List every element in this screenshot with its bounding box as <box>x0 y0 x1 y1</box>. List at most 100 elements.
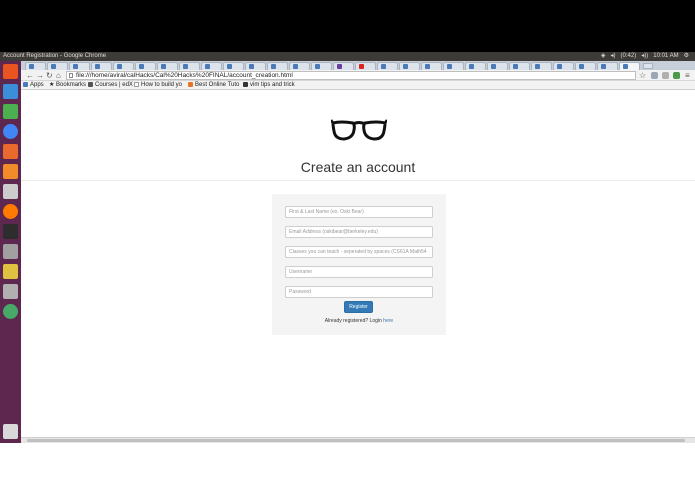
browser-tab[interactable] <box>421 62 442 70</box>
tab-favicon-icon <box>381 64 386 69</box>
bookmark-apps[interactable]: Apps <box>23 81 44 90</box>
extension-icon[interactable] <box>651 72 658 79</box>
tab-favicon-icon <box>117 64 122 69</box>
power-icon[interactable]: ⚙ <box>684 52 689 61</box>
sound-icon[interactable]: ◂) <box>611 52 616 61</box>
trash-icon[interactable] <box>3 424 18 439</box>
bookmark-bookmarks[interactable]: ★ Bookmarks <box>49 81 86 90</box>
chrome-icon[interactable] <box>3 124 18 139</box>
browser-tab[interactable] <box>377 62 398 70</box>
tab-favicon-icon <box>249 64 254 69</box>
tab-favicon-icon <box>425 64 430 69</box>
bookmark-tutorials[interactable]: Best Online Tuto <box>188 81 240 90</box>
browser-tab[interactable] <box>531 62 552 70</box>
register-button[interactable]: Register <box>344 301 373 313</box>
browser-tab[interactable] <box>443 62 464 70</box>
browser-tab[interactable] <box>597 62 618 70</box>
browser-tab[interactable] <box>69 62 90 70</box>
bookmark-star-icon[interactable]: ☆ <box>639 70 646 81</box>
vim-icon <box>243 82 248 87</box>
tab-favicon-icon <box>469 64 474 69</box>
browser-tab[interactable] <box>91 62 112 70</box>
tab-favicon-icon <box>293 64 298 69</box>
browser-tab[interactable] <box>47 62 68 70</box>
extension-icon[interactable] <box>662 72 669 79</box>
browser-tab[interactable] <box>333 62 354 70</box>
browser-tab[interactable] <box>223 62 244 70</box>
document-icon[interactable] <box>3 144 18 159</box>
tab-favicon-icon <box>623 64 628 69</box>
browser-tab[interactable] <box>399 62 420 70</box>
name-field[interactable]: First & Last Name (ex. Oski Bear) <box>285 206 433 218</box>
screen: Account Registration - Google Chrome ◈ ◂… <box>0 0 695 494</box>
tab-favicon-icon <box>205 64 210 69</box>
back-icon[interactable]: ← <box>26 70 34 81</box>
active-tab[interactable] <box>619 62 640 70</box>
password-field[interactable]: Password <box>285 286 433 298</box>
launcher <box>0 61 21 443</box>
volume-icon[interactable]: ◂)) <box>641 52 648 61</box>
email-field[interactable]: Email Address (oskibear@berkeley.edu) <box>285 226 433 238</box>
glasses-icon <box>331 119 387 141</box>
workspace-icon[interactable] <box>3 304 18 319</box>
scrollbar-thumb[interactable] <box>27 439 685 442</box>
browser-tab[interactable] <box>245 62 266 70</box>
browser-tab[interactable] <box>289 62 310 70</box>
tab-favicon-icon <box>337 64 342 69</box>
browser-tab[interactable] <box>267 62 288 70</box>
page-icon <box>69 73 73 78</box>
address-bar[interactable]: file:///home/aviral/calHacks/Cal%20Hacks… <box>66 71 636 80</box>
spreadsheet-icon[interactable] <box>3 104 18 119</box>
firefox-icon[interactable] <box>3 204 18 219</box>
bookmark-vim[interactable]: vim tips and trick <box>243 81 299 90</box>
browser-tab[interactable] <box>201 62 222 70</box>
tab-favicon-icon <box>183 64 188 69</box>
bookmark-how-to-build[interactable]: How to build yo <box>134 81 184 90</box>
browser-tab[interactable] <box>355 62 376 70</box>
tab-favicon-icon <box>601 64 606 69</box>
terminal-icon[interactable] <box>3 224 18 239</box>
bookmark-edx[interactable]: Courses | edX <box>88 81 133 90</box>
browser-tab[interactable] <box>465 62 486 70</box>
browser-tab[interactable] <box>157 62 178 70</box>
dash-icon[interactable] <box>3 64 18 79</box>
tab-favicon-icon <box>579 64 584 69</box>
hero-section: Create an account <box>21 91 695 181</box>
browser-tab[interactable] <box>25 62 46 70</box>
files-icon[interactable] <box>3 84 18 99</box>
apps-grid-icon <box>23 82 28 87</box>
tab-favicon-icon <box>95 64 100 69</box>
new-tab-button[interactable] <box>643 63 653 69</box>
archive-icon[interactable] <box>3 264 18 279</box>
reload-icon[interactable]: ↻ <box>46 70 53 81</box>
tab-favicon-icon <box>513 64 518 69</box>
browser-tab[interactable] <box>509 62 530 70</box>
url-text: file:///home/aviral/calHacks/Cal%20Hacks… <box>76 72 293 79</box>
network-icon[interactable]: ◈ <box>601 52 606 61</box>
top-panel: Account Registration - Google Chrome ◈ ◂… <box>0 52 695 61</box>
drive-icon[interactable] <box>3 244 18 259</box>
tab-favicon-icon <box>139 64 144 69</box>
browser-tab[interactable] <box>575 62 596 70</box>
browser-tab[interactable] <box>311 62 332 70</box>
browser-tab[interactable] <box>135 62 156 70</box>
tab-favicon-icon <box>557 64 562 69</box>
battery-indicator[interactable]: (0:42) <box>621 52 637 61</box>
login-link[interactable]: here <box>383 318 393 324</box>
classes-field[interactable]: Classes you can teach - seperated by spa… <box>285 246 433 258</box>
username-field[interactable]: Username <box>285 266 433 278</box>
disk-icon[interactable] <box>3 284 18 299</box>
extension-icon[interactable] <box>673 72 680 79</box>
settings-icon[interactable] <box>3 164 18 179</box>
browser-tab[interactable] <box>179 62 200 70</box>
text-editor-icon[interactable] <box>3 184 18 199</box>
browser-tab[interactable] <box>113 62 134 70</box>
forward-icon[interactable]: → <box>36 70 44 81</box>
clock[interactable]: 10:01 AM <box>653 52 678 61</box>
tab-favicon-icon <box>447 64 452 69</box>
browser-tab[interactable] <box>553 62 574 70</box>
browser-tab[interactable] <box>487 62 508 70</box>
window-title: Account Registration - Google Chrome <box>3 53 107 59</box>
home-icon[interactable]: ⌂ <box>56 70 61 81</box>
menu-icon[interactable]: ≡ <box>685 70 690 81</box>
